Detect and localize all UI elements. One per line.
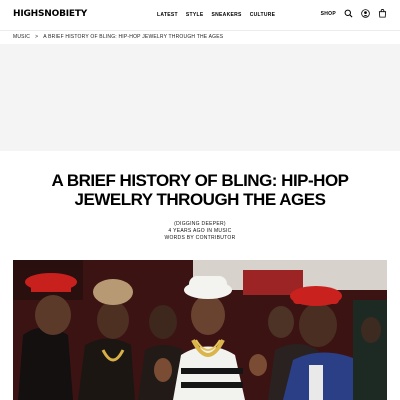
- article-title: A BRIEF HISTORY OF BLING: HIP-HOP JEWELR…: [51, 171, 349, 209]
- hero-placeholder: [0, 44, 400, 151]
- shop-link[interactable]: SHOP: [321, 11, 336, 17]
- article-series[interactable]: (DIGGING DEEPER): [100, 221, 300, 228]
- article-byline: WORDS BY CONTRIBUTOR: [164, 235, 236, 241]
- breadcrumb-separator: >: [35, 34, 39, 40]
- header-actions: SHOP: [321, 9, 387, 18]
- article-meta: (DIGGING DEEPER) 4 YEARS AGO IN MUSIC WO…: [100, 221, 300, 242]
- site-header: HIGHSNOBIETY LATEST STYLE SNEAKERS CULTU…: [0, 0, 400, 31]
- nav-item-sneakers[interactable]: SNEAKERS: [212, 12, 242, 18]
- search-icon[interactable]: [344, 9, 353, 18]
- nav-item-style[interactable]: STYLE: [186, 12, 204, 18]
- breadcrumb-current: A BRIEF HISTORY OF BLING: HIP-HOP JEWELR…: [43, 34, 224, 40]
- breadcrumb: MUSIC > A BRIEF HISTORY OF BLING: HIP-HO…: [13, 34, 223, 40]
- account-icon[interactable]: [361, 9, 370, 18]
- article-hero-photo: [13, 260, 387, 400]
- cart-icon[interactable]: [378, 9, 387, 18]
- article-date: 4 YEARS AGO IN MUSIC: [168, 228, 232, 234]
- site-logo[interactable]: HIGHSNOBIETY: [13, 9, 87, 19]
- nav-item-latest[interactable]: LATEST: [157, 12, 178, 18]
- main-nav: LATEST STYLE SNEAKERS CULTURE: [157, 12, 275, 18]
- breadcrumb-section-link[interactable]: MUSIC: [13, 34, 30, 40]
- nav-item-culture[interactable]: CULTURE: [250, 12, 276, 18]
